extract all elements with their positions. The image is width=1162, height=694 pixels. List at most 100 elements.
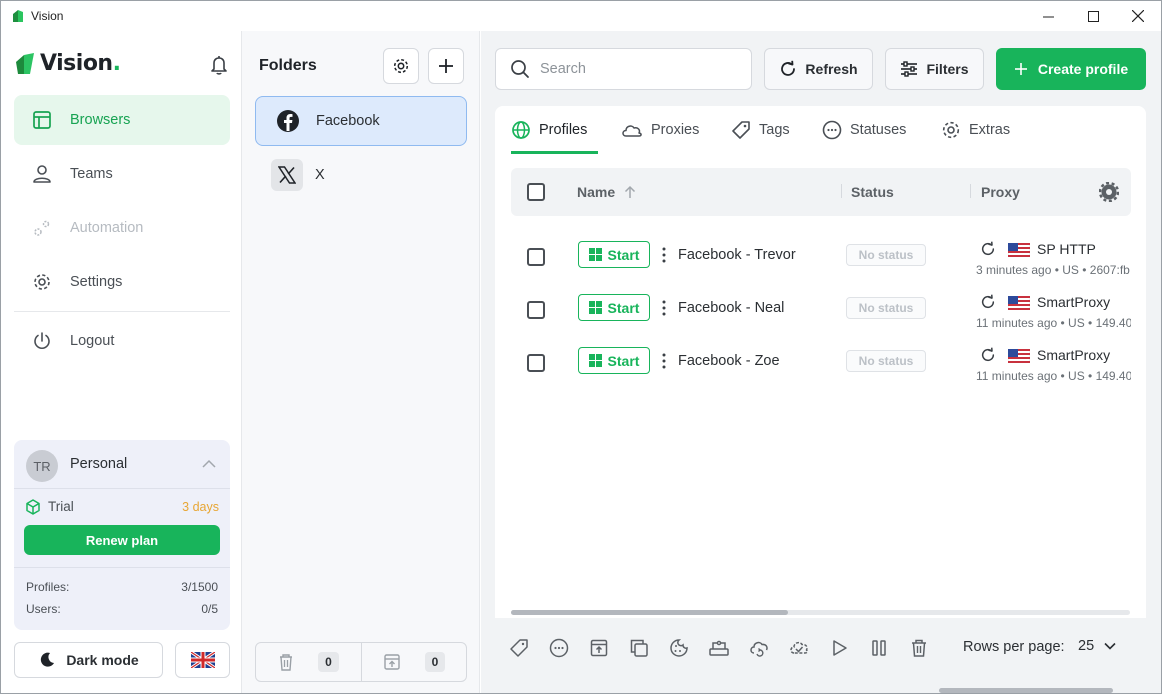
proxy-meta: 11 minutes ago • US • 149.40	[976, 369, 1131, 383]
filters-label: Filters	[926, 61, 969, 77]
search-input[interactable]	[540, 61, 730, 77]
brand-logo[interactable]: Vision.	[15, 51, 121, 76]
language-button[interactable]	[175, 642, 230, 678]
create-profile-button[interactable]: Create profile	[996, 48, 1146, 90]
gears-icon	[30, 216, 54, 240]
status-badge[interactable]: No status	[846, 244, 926, 266]
tag-action-button[interactable]	[507, 636, 531, 660]
horizontal-scrollbar[interactable]	[511, 610, 1130, 615]
gear-icon	[1098, 181, 1120, 203]
tab-label: Statuses	[850, 122, 907, 138]
tab-proxies[interactable]: Proxies	[621, 106, 699, 154]
delete-selected-button[interactable]	[907, 636, 931, 660]
column-settings-button[interactable]	[1098, 181, 1120, 205]
plan-remaining: 3 days	[182, 500, 219, 514]
select-all-checkbox[interactable]	[527, 183, 545, 201]
column-status-header[interactable]: Status	[851, 168, 894, 216]
notifications-button[interactable]	[210, 55, 228, 78]
gear-icon	[393, 58, 409, 74]
column-proxy-header[interactable]: Proxy	[981, 168, 1020, 216]
archive-button[interactable]: 0	[361, 643, 466, 681]
plus-icon	[1014, 63, 1027, 75]
rows-per-page-select[interactable]: 25	[1078, 638, 1116, 654]
start-button[interactable]: Start	[578, 347, 650, 374]
profiles-label: Profiles:	[26, 580, 70, 594]
chevron-up-icon[interactable]	[202, 456, 216, 472]
proxy-name: SmartProxy	[1037, 294, 1111, 310]
status-badge[interactable]: No status	[846, 297, 926, 319]
renew-plan-button[interactable]: Renew plan	[24, 525, 220, 555]
proxy-refresh-icon[interactable]	[980, 294, 996, 313]
rows-per-page-value: 25	[1078, 638, 1095, 654]
refresh-button[interactable]: Refresh	[764, 48, 873, 90]
dark-mode-button[interactable]: Dark mode	[14, 642, 163, 678]
row-menu-button[interactable]	[660, 298, 668, 318]
row-checkbox[interactable]	[527, 248, 545, 266]
power-icon	[30, 329, 54, 353]
minimize-button[interactable]	[1025, 1, 1071, 31]
folder-item-facebook[interactable]: Facebook	[255, 96, 467, 146]
column-label: Name	[577, 184, 616, 200]
start-button[interactable]: Start	[578, 294, 650, 321]
profile-name[interactable]: Facebook - Trevor	[678, 247, 796, 263]
row-checkbox[interactable]	[527, 354, 545, 372]
nav-browsers[interactable]: Browsers	[14, 95, 230, 145]
cookies-action-button[interactable]	[667, 636, 691, 660]
start-selected-button[interactable]	[827, 636, 851, 660]
start-label: Start	[607, 246, 640, 263]
device-icon	[709, 640, 729, 656]
nav-settings[interactable]: Settings	[14, 257, 230, 307]
sync-action-button[interactable]	[747, 636, 771, 660]
status-badge[interactable]: No status	[846, 350, 926, 372]
proxy-refresh-icon[interactable]	[980, 347, 996, 366]
us-flag-icon	[1007, 242, 1031, 260]
us-flag-icon	[1007, 295, 1031, 313]
folder-label: Facebook	[316, 113, 380, 129]
sidebar: Vision. Browsers Teams Automation Settin…	[1, 31, 242, 693]
divider	[14, 567, 230, 568]
facebook-icon	[272, 105, 304, 137]
tab-extras[interactable]: Extras	[941, 106, 1010, 154]
rows-per-page-label: Rows per page:	[963, 639, 1065, 655]
nav-automation[interactable]: Automation	[14, 203, 230, 253]
cloud-check-action-button[interactable]	[787, 636, 811, 660]
cloud-check-icon	[790, 641, 808, 654]
tab-profiles[interactable]: Profiles	[511, 106, 587, 154]
add-folder-button[interactable]	[428, 48, 464, 84]
row-checkbox[interactable]	[527, 301, 545, 319]
search-box[interactable]	[495, 48, 752, 90]
proxy-refresh-icon[interactable]	[980, 241, 996, 260]
profile-name[interactable]: Facebook - Neal	[678, 300, 784, 316]
workspace-name[interactable]: Personal	[70, 456, 127, 472]
brand-name: Vision.	[40, 51, 121, 76]
folder-item-x[interactable]: X	[255, 150, 467, 200]
scrollbar-thumb[interactable]	[511, 610, 788, 615]
footer-scrollbar-thumb[interactable]	[939, 688, 1113, 693]
extensions-action-button[interactable]	[707, 636, 731, 660]
kebab-icon	[662, 247, 666, 263]
start-button[interactable]: Start	[578, 241, 650, 268]
windows-icon	[588, 354, 602, 367]
avatar[interactable]: TR	[26, 450, 58, 482]
profile-name[interactable]: Facebook - Zoe	[678, 353, 780, 369]
tab-statuses[interactable]: Statuses	[822, 106, 906, 154]
maximize-icon	[1087, 10, 1099, 22]
status-action-button[interactable]	[547, 636, 571, 660]
start-label: Start	[607, 352, 640, 369]
close-button[interactable]	[1115, 1, 1161, 31]
profiles-panel: Profiles Proxies Tags Statuses Extras Na…	[495, 106, 1146, 693]
stop-selected-button[interactable]	[867, 636, 891, 660]
move-action-button[interactable]	[587, 636, 611, 660]
clone-action-button[interactable]	[627, 636, 651, 660]
maximize-button[interactable]	[1070, 1, 1116, 31]
column-name-header[interactable]: Name	[577, 168, 637, 216]
folder-settings-button[interactable]	[383, 48, 419, 84]
filters-button[interactable]: Filters	[885, 48, 984, 90]
nav-label: Browsers	[70, 112, 131, 128]
nav-logout[interactable]: Logout	[14, 316, 230, 366]
row-menu-button[interactable]	[660, 351, 668, 371]
tab-tags[interactable]: Tags	[731, 106, 790, 154]
nav-teams[interactable]: Teams	[14, 149, 230, 199]
row-menu-button[interactable]	[660, 245, 668, 265]
trash-button[interactable]: 0	[256, 643, 361, 681]
